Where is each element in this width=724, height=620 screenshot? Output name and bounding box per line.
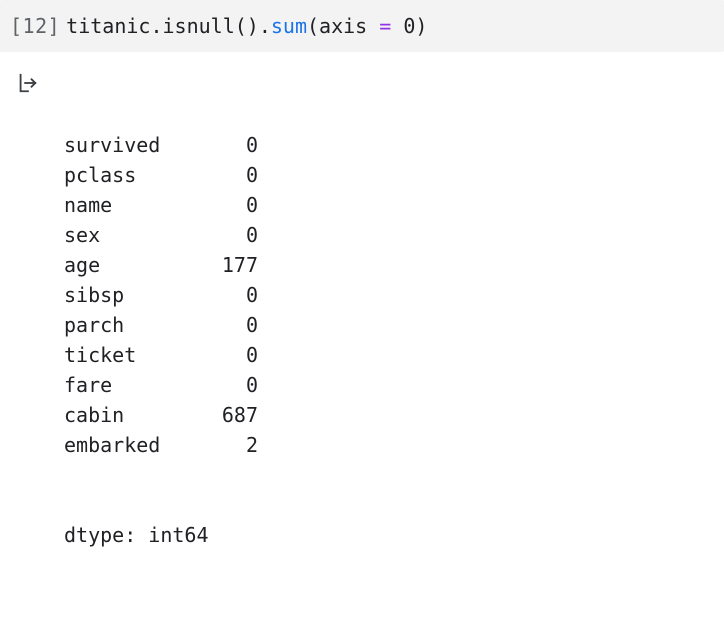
output-series-value: 2 [204, 430, 258, 460]
output-series-row: sibsp0 [64, 280, 258, 310]
output-series-value: 0 [204, 280, 258, 310]
input-area[interactable]: [12] titanic.isnull().sum(axis = 0) [0, 0, 724, 52]
output-series-label: ticket [64, 340, 204, 370]
code-line[interactable]: titanic.isnull().sum(axis = 0) [66, 14, 427, 38]
output-dtype: dtype: int64 [64, 520, 258, 550]
output-series-label: survived [64, 130, 204, 160]
output-series-label: parch [64, 310, 204, 340]
output-series-row: age177 [64, 250, 258, 280]
output-series-value: 0 [204, 190, 258, 220]
output-series-row: name0 [64, 190, 258, 220]
output-series-label: cabin [64, 400, 204, 430]
output-series-row: ticket0 [64, 340, 258, 370]
notebook-cell: [12] titanic.isnull().sum(axis = 0) surv… [0, 0, 724, 620]
output-series-value: 0 [204, 340, 258, 370]
output-arrow-icon[interactable] [16, 72, 38, 94]
output-series-row: pclass0 [64, 160, 258, 190]
output-series-value: 0 [204, 310, 258, 340]
output-series-row: parch0 [64, 310, 258, 340]
output-series-row: survived0 [64, 130, 258, 160]
output-series-row: fare0 [64, 370, 258, 400]
output-series-label: name [64, 190, 204, 220]
output-series-value: 687 [204, 400, 258, 430]
output-series-value: 177 [204, 250, 258, 280]
output-series-value: 0 [204, 370, 258, 400]
output-series-label: pclass [64, 160, 204, 190]
output-series-row: sex0 [64, 220, 258, 250]
output-gutter [16, 70, 52, 94]
output-text: survived0pclass0name0sex0age177sibsp0par… [52, 70, 258, 610]
code-token: 0) [391, 14, 427, 38]
code-token-method: sum [271, 14, 307, 38]
output-series-label: embarked [64, 430, 204, 460]
output-series-value: 0 [204, 220, 258, 250]
output-series-label: fare [64, 370, 204, 400]
output-series-label: sibsp [64, 280, 204, 310]
code-token: (axis [307, 14, 379, 38]
output-series-value: 0 [204, 130, 258, 160]
code-token: titanic.isnull(). [66, 14, 271, 38]
code-token-equals: = [379, 14, 391, 38]
output-series-row: cabin687 [64, 400, 258, 430]
output-series-label: age [64, 250, 204, 280]
output-series-row: embarked2 [64, 430, 258, 460]
output-series-value: 0 [204, 160, 258, 190]
output-series-label: sex [64, 220, 204, 250]
output-area: survived0pclass0name0sex0age177sibsp0par… [0, 52, 724, 620]
execution-count: [12] [10, 14, 66, 38]
